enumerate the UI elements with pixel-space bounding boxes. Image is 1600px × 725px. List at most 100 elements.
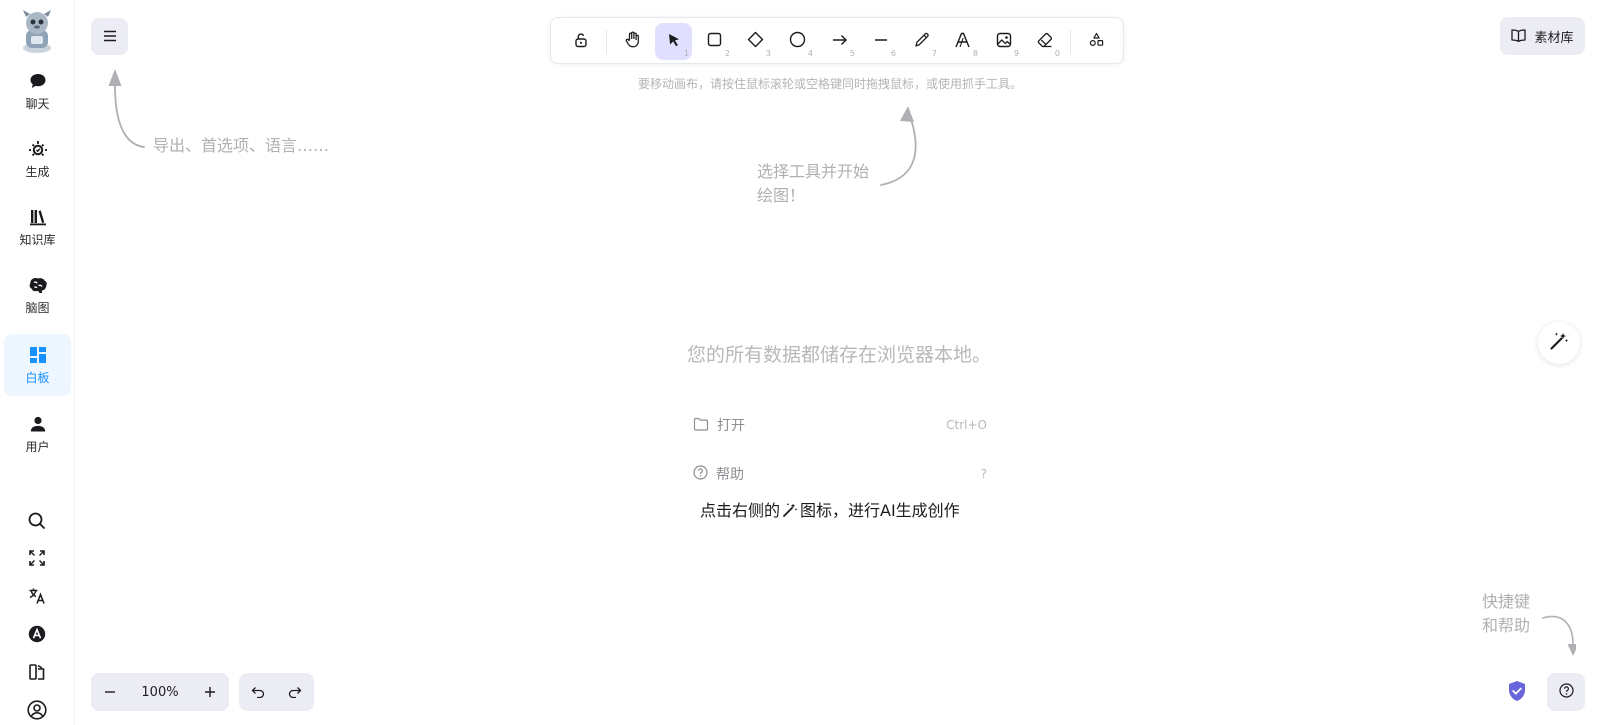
question-circle-icon — [693, 464, 708, 484]
sidebar-item-label: 用户 — [25, 440, 50, 454]
hand-tool-button[interactable] — [614, 23, 651, 60]
open-book-icon — [1511, 27, 1527, 46]
image-icon — [996, 32, 1012, 52]
sidebar-item-user[interactable]: 用户 — [4, 403, 71, 465]
eraser-tool-button[interactable]: 0 — [1026, 23, 1063, 60]
shortcut-key: 9 — [1013, 49, 1019, 58]
open-shortcut: Ctrl+O — [946, 418, 987, 432]
diamond-tool-button[interactable]: 3 — [737, 23, 774, 60]
robot-avatar-logo[interactable] — [17, 8, 57, 54]
help-hint-text-line1: 快捷键 — [1482, 592, 1531, 611]
welcome-help-button[interactable]: 帮助 ? — [693, 460, 987, 488]
ai-hint-after: 图标，进行AI生成创作 — [800, 501, 960, 520]
a-circle-icon[interactable] — [25, 622, 49, 646]
more-shapes-button[interactable] — [1078, 23, 1115, 60]
tool-hint-text-line1: 选择工具并开始 — [757, 162, 870, 181]
encryption-shield-icon[interactable] — [1505, 679, 1529, 703]
shortcut-key: 6 — [890, 49, 896, 58]
main-menu-button[interactable] — [91, 18, 128, 55]
eraser-icon — [1037, 32, 1053, 52]
sidebar-item-generate[interactable]: 生成 — [4, 128, 71, 190]
shortcut-key: 8 — [972, 49, 978, 58]
shortcut-key: 5 — [849, 49, 855, 58]
rectangle-icon — [707, 32, 722, 51]
dashboard-grid-icon — [28, 345, 48, 365]
sidebar-item-chat[interactable]: 聊天 — [4, 60, 71, 122]
shortcut-key: 3 — [765, 49, 771, 58]
sidebar-item-label: 脑图 — [25, 301, 50, 315]
undo-redo-controls — [239, 673, 314, 711]
image-tool-button[interactable]: 9 — [985, 23, 1022, 60]
welcome-local-storage-title: 您的所有数据都储存在浏览器本地。 — [686, 344, 991, 366]
menu-hint-arrow — [108, 69, 145, 148]
redo-icon — [288, 683, 302, 702]
plus-icon — [204, 683, 216, 702]
text-icon — [954, 32, 971, 52]
sidebar-item-whiteboard[interactable]: 白板 — [4, 334, 71, 396]
redo-button[interactable] — [276, 673, 314, 711]
books-icon — [28, 207, 48, 227]
help-button[interactable] — [1547, 673, 1585, 711]
shortcut-key: 7 — [931, 49, 937, 58]
brain-icon — [28, 275, 48, 295]
shortcut-key: 0 — [1054, 49, 1060, 58]
sidebar-item-label: 知识库 — [19, 233, 56, 247]
chat-bubble-icon — [28, 71, 48, 91]
ai-hint-before: 点击右侧的 — [700, 501, 781, 520]
arrow-icon — [832, 32, 848, 51]
shape-toolbar: 1 2 3 4 5 6 7 8 9 0 — [550, 17, 1124, 64]
search-icon[interactable] — [25, 509, 49, 533]
rectangle-tool-button[interactable]: 2 — [696, 23, 733, 60]
zoom-controls: 100% — [91, 673, 229, 711]
sidebar-item-label: 生成 — [25, 165, 50, 179]
open-label: 打开 — [717, 418, 745, 434]
sparkle-sun-icon — [28, 139, 48, 159]
translate-icon[interactable] — [25, 584, 49, 608]
ellipse-icon — [789, 31, 806, 52]
pencil-icon — [914, 32, 930, 52]
menu-hint-text: 导出、首选项、语言…… — [153, 136, 330, 155]
sidebar-item-label: 聊天 — [25, 97, 50, 111]
tool-hint-text-line2: 绘图！ — [757, 186, 806, 205]
library-button[interactable]: 素材库 — [1500, 17, 1585, 55]
canvas-move-hint: 要移动画布，请按住鼠标滚轮或空格键同时拖拽鼠标，或使用抓手工具。 — [638, 77, 1023, 91]
welcome-open-button[interactable]: 打开 Ctrl+O — [693, 411, 987, 439]
line-tool-button[interactable]: 6 — [862, 23, 899, 60]
library-label: 素材库 — [1534, 30, 1574, 46]
shortcut-key: 2 — [724, 49, 730, 58]
account-circle-icon[interactable] — [25, 698, 49, 722]
selection-tool-button[interactable]: 1 — [655, 23, 692, 60]
help-shortcut: ? — [980, 467, 987, 481]
help-hint-text-line2: 和帮助 — [1482, 616, 1531, 635]
line-icon — [874, 32, 888, 51]
hand-icon — [624, 31, 641, 52]
zoom-reset-button[interactable]: 100% — [129, 673, 191, 711]
pointer-icon — [666, 32, 682, 52]
undo-button[interactable] — [239, 673, 277, 711]
sidebar-item-label: 白板 — [25, 371, 50, 385]
sidebar-item-knowledge-base[interactable]: 知识库 — [4, 196, 71, 258]
magic-wand-inline-icon — [782, 502, 798, 522]
ai-generate-button[interactable] — [1538, 322, 1580, 364]
arrow-tool-button[interactable]: 5 — [821, 23, 858, 60]
lock-icon — [573, 32, 589, 52]
folder-icon — [693, 416, 709, 435]
zoom-in-button[interactable] — [191, 673, 229, 711]
ai-generate-hint: 点击右侧的 图标，进行AI生成创作 — [700, 497, 960, 522]
ellipse-tool-button[interactable]: 4 — [779, 23, 816, 60]
draw-tool-button[interactable]: 7 — [903, 23, 940, 60]
app-sidebar: 聊天 生成 知识库 脑图 白板 用户 — [0, 0, 75, 725]
text-tool-button[interactable]: 8 — [944, 23, 981, 60]
person-icon — [28, 414, 48, 434]
hamburger-icon — [103, 27, 117, 46]
sidebar-item-mind-map[interactable]: 脑图 — [4, 264, 71, 326]
tool-hint-arrow — [880, 106, 917, 186]
zoom-out-button[interactable] — [91, 673, 129, 711]
lock-tool-button[interactable] — [562, 23, 599, 60]
minus-icon — [104, 683, 116, 702]
diamond-icon — [747, 31, 764, 52]
help-label: 帮助 — [716, 467, 744, 483]
fullscreen-icon[interactable] — [25, 546, 49, 570]
apps-icon[interactable] — [25, 660, 49, 684]
question-circle-icon — [1558, 682, 1574, 702]
